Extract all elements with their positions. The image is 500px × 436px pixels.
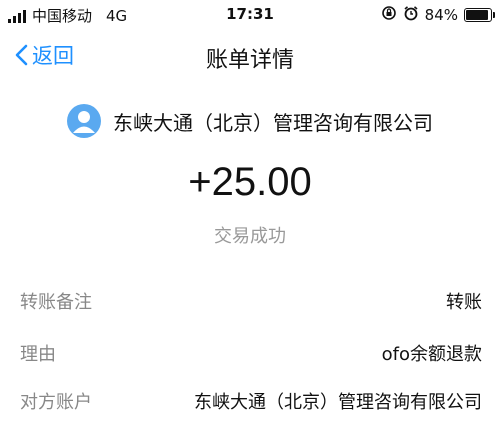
trade-status: 交易成功 [214,226,286,247]
payee: 东峡大通（北京）管理咨询有限公司 [0,104,500,138]
alarm-icon [403,5,419,25]
status-right: 84% [381,5,495,25]
detail-row-account: 对方账户 东峡大通（北京）管理咨询有限公司 [20,386,482,416]
battery-percent: 84% [424,6,458,24]
nav-bar: 返回 账单详情 [0,30,500,82]
payee-name: 东峡大通（北京）管理咨询有限公司 [113,110,433,135]
user-icon [73,111,95,133]
amount: +25.00 [188,160,312,204]
detail-value: 东峡大通（北京）管理咨询有限公司 [194,392,482,413]
rotation-lock-icon [381,5,397,25]
detail-label: 理由 [20,344,56,365]
avatar [67,104,101,138]
page-title: 账单详情 [205,48,294,73]
detail-label: 对方账户 [20,392,92,413]
status-bar: 中国移动 4G 17:31 84% [0,0,500,30]
detail-row-remark: 转账备注 转账 [20,286,482,316]
detail-value: 转账 [446,292,482,313]
detail-value: ofo余额退款 [381,344,482,365]
bill-detail: 东峡大通（北京）管理咨询有限公司 +25.00 交易成功 转账备注 转账 理由 … [0,82,500,436]
battery-icon [464,8,495,22]
detail-label: 转账备注 [20,292,92,313]
detail-row-reason: 理由 ofo余额退款 [20,338,482,368]
battery-fill [466,10,488,20]
